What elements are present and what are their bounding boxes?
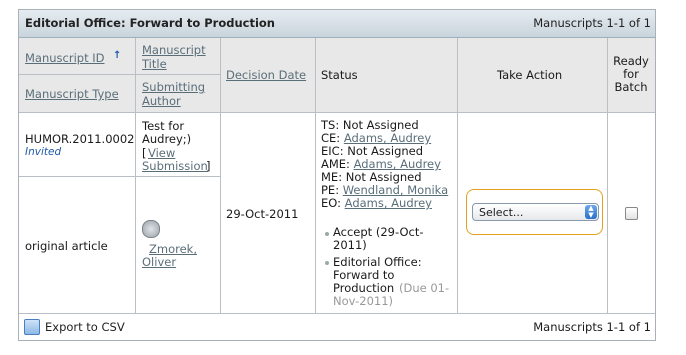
view-submission-link-1[interactable]: View [148, 146, 175, 160]
manuscript-type: original article [25, 239, 108, 253]
decision-date: 29-Oct-2011 [226, 207, 299, 221]
author-link-2[interactable]: Oliver [142, 255, 176, 269]
manuscript-count-top: Manuscripts 1-1 of 1 [533, 16, 651, 30]
history-bullet-icon [325, 232, 329, 236]
history-eo-2: Forward to [333, 268, 395, 282]
manuscript-table: Editorial Office: Forward to Production … [18, 9, 656, 341]
take-action-select[interactable]: Select... ▲ ▼ [472, 203, 599, 221]
history-accept-1: Accept (29-Oct- [333, 225, 424, 239]
take-action-highlight: Select... ▲ ▼ [466, 189, 603, 235]
view-bracket-close: ] [206, 159, 211, 173]
magnifier-icon[interactable] [142, 220, 160, 238]
export-csv-link[interactable]: Export to CSV [45, 320, 125, 334]
select-arrows-icon[interactable]: ▲ ▼ [585, 205, 597, 219]
manuscript-count-bottom: Manuscripts 1-1 of 1 [533, 320, 651, 334]
history-eo-3: Production [333, 281, 395, 295]
history-due-2: Nov-2011) [333, 294, 394, 308]
table-title: Editorial Office: Forward to Production [25, 16, 275, 30]
status-list: TS: Not Assigned CE: Adams, Audrey EIC: … [321, 119, 455, 210]
view-submission-link-2[interactable]: Submission [142, 159, 208, 173]
title-line-1: Test for [142, 119, 185, 133]
table-footer: Export to CSV Manuscripts 1-1 of 1 [19, 313, 655, 340]
table-title-bar: Editorial Office: Forward to Production … [19, 10, 655, 38]
history-accept-2: 2011) [333, 238, 367, 252]
history-due-1: (Due 01- [399, 281, 450, 295]
take-action-header: Take Action [497, 68, 563, 82]
view-bracket-open: [ [142, 146, 147, 160]
manuscript-title-header[interactable]: Manuscript Title [142, 43, 214, 71]
invited-badge: Invited [25, 146, 62, 158]
manuscript-id-header[interactable]: Manuscript ID [25, 51, 105, 65]
manuscript-id: HUMOR.2011.0002 [25, 132, 135, 146]
decision-date-header[interactable]: Decision Date [226, 68, 306, 82]
submitting-author-header[interactable]: Submitting Author [142, 80, 214, 108]
select-value: Select... [479, 206, 524, 219]
ready-for-batch-header: Ready for Batch [613, 54, 649, 94]
author-link-1[interactable]: Zmorek, [149, 242, 197, 256]
history-eo-1: Editorial Office: [333, 255, 422, 269]
history-bullet-icon [325, 261, 329, 265]
title-line-2: Audrey;) [142, 132, 192, 146]
ready-for-batch-checkbox[interactable] [625, 207, 638, 220]
export-csv-icon[interactable] [24, 319, 40, 335]
status-eo: EO: Adams, Audrey [321, 196, 432, 210]
status-header: Status [321, 68, 358, 82]
manuscript-type-header[interactable]: Manuscript Type [25, 87, 119, 101]
sort-arrow-icon[interactable]: ↑ [113, 50, 121, 61]
